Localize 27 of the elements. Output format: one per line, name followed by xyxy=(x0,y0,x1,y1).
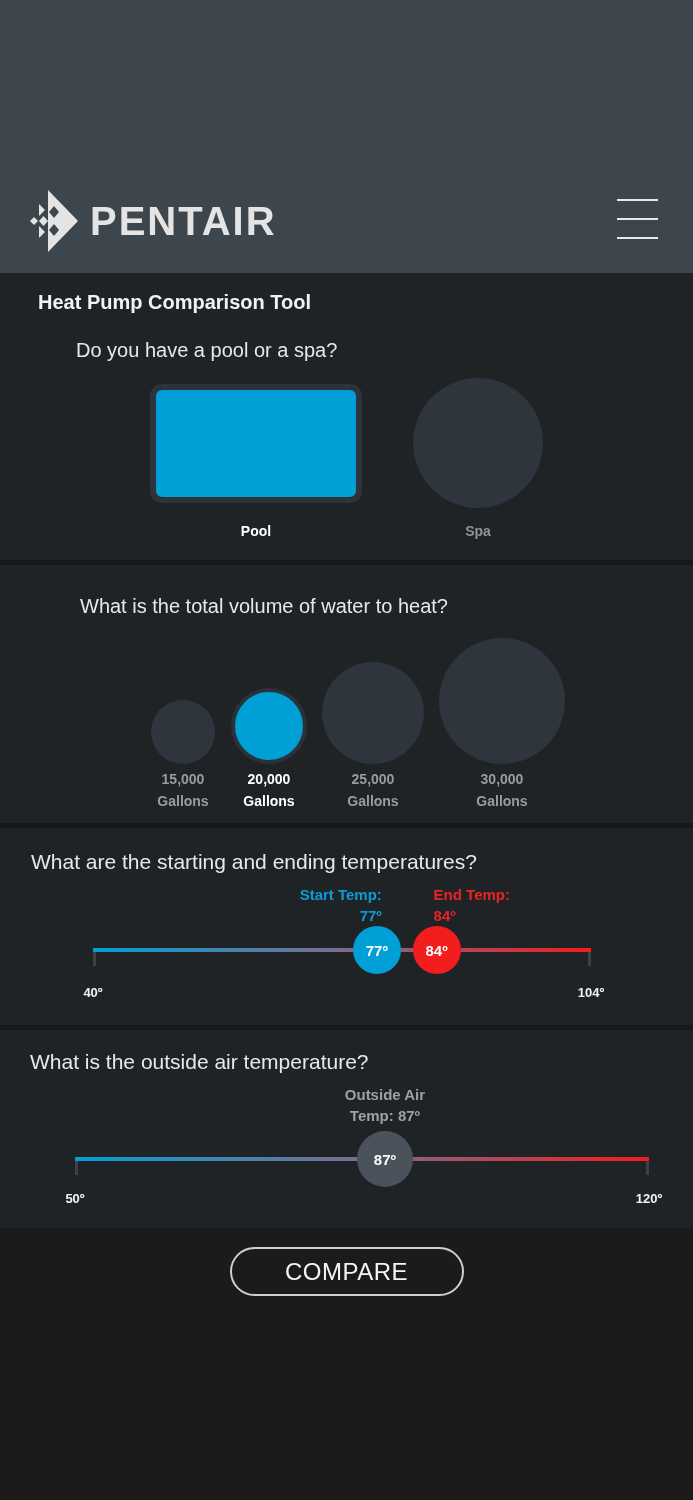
option-label: 15,000 Gallons xyxy=(156,770,210,811)
option-label: 30,000 Gallons xyxy=(475,770,529,811)
logo-icon xyxy=(30,190,78,252)
rectangle-option[interactable] xyxy=(150,383,362,503)
menu-icon xyxy=(617,199,658,239)
slider-thumb[interactable]: 84º xyxy=(412,926,461,974)
option-label: 25,000 Gallons xyxy=(346,770,400,811)
slider-track[interactable]: 87º xyxy=(75,1131,649,1187)
question-text: What are the starting and ending temperatures? xyxy=(31,850,477,874)
compare-button[interactable]: COMPARE xyxy=(229,1247,464,1296)
slider-track[interactable]: 77º 84º xyxy=(93,926,591,974)
question-text: What is the total volume of water to heat? xyxy=(80,594,448,618)
slider-thumb[interactable]: 87º xyxy=(356,1131,413,1187)
option-label: Spa xyxy=(465,523,491,539)
range-min-label: 50º xyxy=(64,1191,86,1207)
slider-value-label: Start Temp: 77º xyxy=(298,885,382,926)
range-max-label: 104º xyxy=(576,985,606,1001)
tool-title: Heat Pump Comparison Tool xyxy=(38,290,311,314)
option-label: Pool xyxy=(240,523,272,539)
brand-name: PENTAIR xyxy=(90,201,277,241)
slider-value-label: Outside Air Temp: 87º xyxy=(343,1085,427,1126)
slider-value-label: End Temp: 84º xyxy=(433,885,511,926)
range-min-label: 40º xyxy=(82,985,104,1001)
question-text: What is the outside air temperature? xyxy=(30,1050,369,1074)
question-text: Do you have a pool or a spa? xyxy=(76,338,338,362)
option-label: 20,000 Gallons xyxy=(242,770,296,811)
range-max-label: 120º xyxy=(634,1191,664,1207)
